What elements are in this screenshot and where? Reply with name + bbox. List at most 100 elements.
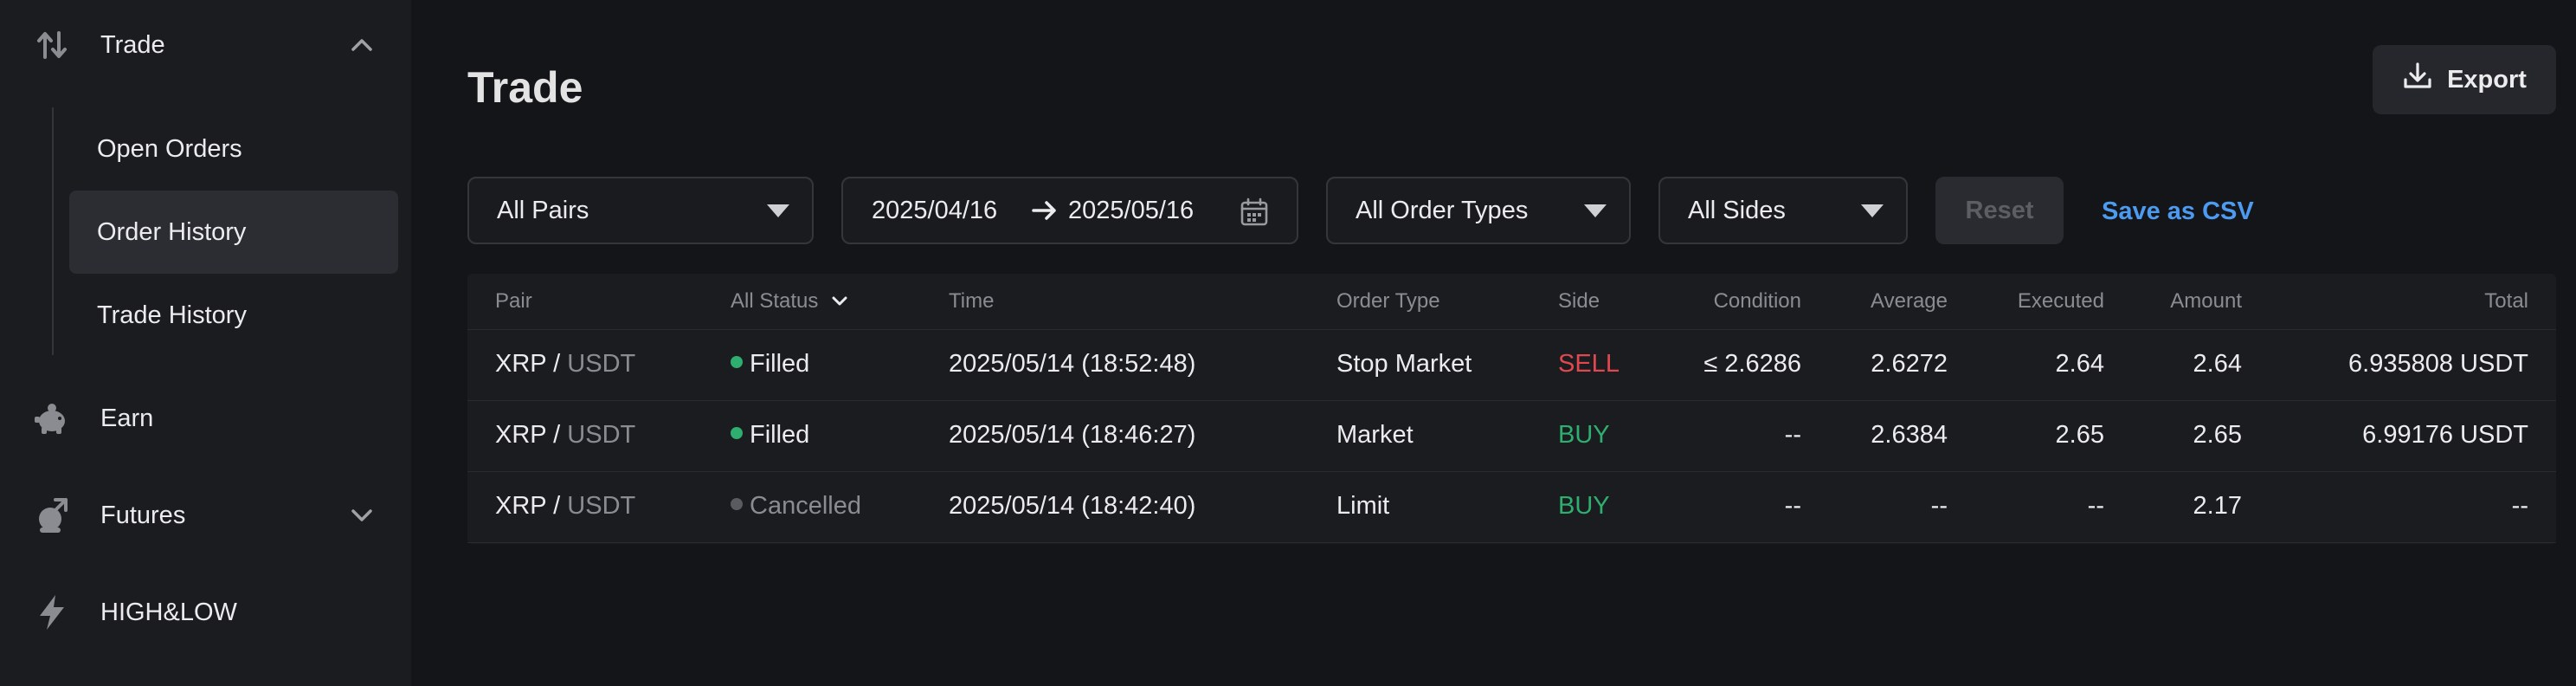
pair-base: XRP xyxy=(495,350,547,378)
save-csv-link[interactable]: Save as CSV xyxy=(2102,197,2254,226)
futures-icon xyxy=(33,496,71,534)
executed-cell: -- xyxy=(2087,492,2104,520)
executed-cell: 2.65 xyxy=(2055,421,2104,449)
sidebar-item-label: HIGH&LOW xyxy=(100,598,237,626)
total-cell: 6.935808 USDT xyxy=(2348,350,2528,378)
column-header-pair: Pair xyxy=(495,289,532,313)
status-text: Cancelled xyxy=(750,492,861,520)
chevron-down-icon[interactable] xyxy=(346,500,377,531)
pair-separator: / xyxy=(553,350,561,378)
sidebar-item-label: Earn xyxy=(100,404,154,432)
pair-separator: / xyxy=(553,421,561,449)
amount-cell: 2.17 xyxy=(2193,492,2242,520)
status-cell: Filled xyxy=(731,350,809,379)
pair-cell: XRP / USDT xyxy=(495,421,635,450)
date-range-picker[interactable]: 2025/04/16 2025/05/16 xyxy=(841,177,1298,244)
table-row[interactable]: XRP / USDT Filled 2025/05/14 (18:46:27) … xyxy=(467,400,2556,472)
lightning-icon xyxy=(33,593,71,631)
order-type-cell: Limit xyxy=(1336,492,1390,520)
side-cell: BUY xyxy=(1558,492,1610,520)
sidebar-item-earn[interactable]: Earn xyxy=(0,384,411,453)
pairs-select[interactable]: All Pairs xyxy=(467,177,814,244)
export-label: Export xyxy=(2447,65,2527,94)
calendar-icon[interactable] xyxy=(1240,197,1269,234)
sidebar-item-highlow[interactable]: HIGH&LOW xyxy=(0,578,411,647)
column-header-order-type: Order Type xyxy=(1336,289,1440,313)
date-to[interactable]: 2025/05/16 xyxy=(1068,197,1194,225)
sidebar-item-open-orders[interactable]: Open Orders xyxy=(69,107,398,191)
side-select[interactable]: All Sides xyxy=(1658,177,1908,244)
swap-vertical-icon xyxy=(33,26,71,64)
chevron-down-icon xyxy=(831,289,848,313)
reset-button[interactable]: Reset xyxy=(1935,177,2064,244)
status-dot-icon xyxy=(731,498,743,511)
export-button[interactable]: Export xyxy=(2373,45,2556,114)
table-header: Pair All Status Time Order Type Side Con… xyxy=(467,274,2556,330)
column-header-side: Side xyxy=(1558,289,1600,313)
condition-cell: ≤ 2.6286 xyxy=(1703,350,1801,378)
sidebar-item-trade-history[interactable]: Trade History xyxy=(69,274,398,357)
pair-separator: / xyxy=(553,492,561,520)
executed-cell: 2.64 xyxy=(2055,350,2104,378)
amount-cell: 2.65 xyxy=(2193,421,2242,449)
order-type-cell: Stop Market xyxy=(1336,350,1472,378)
average-cell: -- xyxy=(1930,492,1948,520)
column-header-amount: Amount xyxy=(2170,289,2242,313)
average-cell: 2.6384 xyxy=(1871,421,1948,449)
order-type-select[interactable]: All Order Types xyxy=(1326,177,1631,244)
order-type-cell: Market xyxy=(1336,421,1414,449)
side-cell: SELL xyxy=(1558,350,1620,378)
table-row[interactable]: XRP / USDT Cancelled 2025/05/14 (18:42:4… xyxy=(467,471,2556,543)
pair-quote: USDT xyxy=(567,350,636,378)
status-cell: Filled xyxy=(731,421,809,450)
side-cell: BUY xyxy=(1558,421,1610,449)
pairs-select-value: All Pairs xyxy=(497,196,589,224)
page-title: Trade xyxy=(467,63,583,112)
column-header-total: Total xyxy=(2484,289,2528,313)
time-cell: 2025/05/14 (18:52:48) xyxy=(949,350,1196,378)
average-cell: 2.6272 xyxy=(1871,350,1948,378)
order-history-table: Pair All Status Time Order Type Side Con… xyxy=(467,274,2556,544)
sidebar-item-label: Order History xyxy=(97,217,247,246)
table-row[interactable]: XRP / USDT Filled 2025/05/14 (18:52:48) … xyxy=(467,329,2556,401)
pair-base: XRP xyxy=(495,492,547,520)
time-cell: 2025/05/14 (18:46:27) xyxy=(949,421,1196,449)
pair-cell: XRP / USDT xyxy=(495,350,635,379)
caret-down-icon xyxy=(767,204,789,217)
sidebar-item-trade[interactable]: Trade xyxy=(0,10,411,80)
piggy-bank-icon xyxy=(33,399,71,437)
order-type-select-value: All Order Types xyxy=(1356,196,1529,224)
side-select-value: All Sides xyxy=(1688,196,1786,224)
sidebar-item-order-history[interactable]: Order History xyxy=(69,191,398,274)
submenu-line xyxy=(52,107,54,355)
pair-quote: USDT xyxy=(567,421,636,449)
amount-cell: 2.64 xyxy=(2193,350,2242,378)
caret-down-icon xyxy=(1861,204,1884,217)
sidebar-item-label: Futures xyxy=(100,501,186,529)
condition-cell: -- xyxy=(1784,421,1801,449)
status-filter-header[interactable]: All Status xyxy=(731,289,848,314)
column-header-average: Average xyxy=(1871,289,1948,313)
pair-quote: USDT xyxy=(567,492,636,520)
pair-cell: XRP / USDT xyxy=(495,492,635,521)
sidebar-item-label: Trade History xyxy=(97,301,247,329)
download-icon xyxy=(2402,61,2433,99)
status-text: Filled xyxy=(750,350,810,378)
sidebar-item-label: Trade xyxy=(100,30,165,59)
column-header-status: All Status xyxy=(731,289,819,313)
column-header-time: Time xyxy=(949,289,995,313)
chevron-up-icon[interactable] xyxy=(346,29,377,61)
total-cell: 6.99176 USDT xyxy=(2362,421,2528,449)
arrow-right-icon xyxy=(1032,196,1058,232)
caret-down-icon xyxy=(1584,204,1607,217)
sidebar-item-futures[interactable]: Futures xyxy=(0,481,411,550)
pair-base: XRP xyxy=(495,421,547,449)
status-dot-icon xyxy=(731,356,743,369)
sidebar: Trade Open Orders Order History Trade Hi… xyxy=(0,0,411,686)
status-dot-icon xyxy=(731,427,743,440)
time-cell: 2025/05/14 (18:42:40) xyxy=(949,492,1196,520)
condition-cell: -- xyxy=(1784,492,1801,520)
column-header-condition: Condition xyxy=(1713,289,1801,313)
date-from[interactable]: 2025/04/16 xyxy=(872,197,997,225)
status-cell: Cancelled xyxy=(731,492,861,521)
